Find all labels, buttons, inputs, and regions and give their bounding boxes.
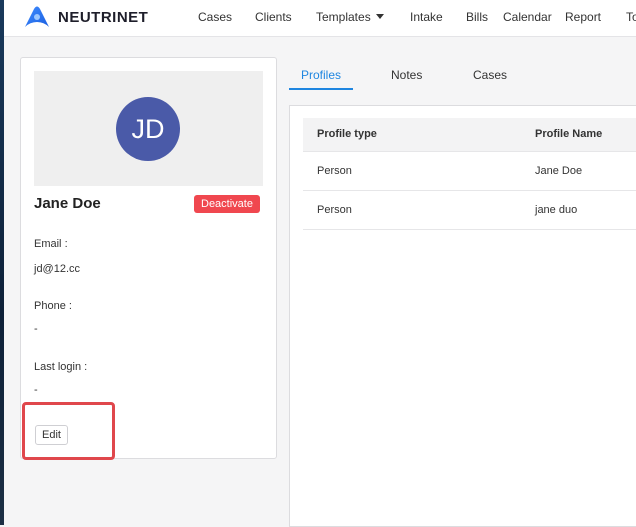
tab-cases[interactable]: Cases (473, 68, 507, 82)
top-navbar: NEUTRINET Cases Clients Templates Intake… (4, 0, 636, 37)
desktop-edge (0, 0, 4, 525)
table-header: Profile type Profile Name (303, 118, 636, 152)
nav-templates[interactable]: Templates (316, 10, 384, 24)
nav-intake[interactable]: Intake (410, 10, 443, 24)
phone-value: - (34, 323, 38, 335)
active-tab-indicator (289, 88, 353, 90)
nav-calendar[interactable]: Calendar (503, 10, 552, 24)
nav-cases[interactable]: Cases (198, 10, 232, 24)
column-header-profile-type[interactable]: Profile type (317, 128, 377, 140)
nav-to[interactable]: To (626, 10, 636, 24)
profiles-table: Profile type Profile Name Person Jane Do… (303, 118, 636, 230)
neutrinet-logo-icon[interactable] (22, 5, 52, 29)
nav-clients[interactable]: Clients (255, 10, 292, 24)
cell-profile-type: Person (317, 204, 352, 216)
avatar-container: JD (34, 71, 263, 186)
deactivate-button[interactable]: Deactivate (194, 195, 260, 213)
avatar: JD (116, 97, 180, 161)
tab-notes[interactable]: Notes (391, 68, 422, 82)
email-value: jd@12.cc (34, 263, 81, 275)
last-login-value: - (34, 384, 38, 396)
cell-profile-name: Jane Doe (535, 165, 583, 177)
nav-report[interactable]: Report (565, 10, 601, 24)
last-login-label: Last login : (34, 361, 88, 373)
table-row[interactable]: Person jane duo (303, 191, 636, 230)
edit-highlight-box (22, 402, 115, 460)
cell-profile-name: jane duo (535, 204, 578, 216)
caret-down-icon (375, 14, 384, 19)
profiles-panel: Profile type Profile Name Person Jane Do… (289, 105, 636, 527)
email-label: Email : (34, 238, 68, 250)
profile-name: Jane Doe (34, 195, 101, 212)
table-row[interactable]: Person Jane Doe (303, 152, 636, 191)
column-header-profile-name[interactable]: Profile Name (535, 128, 602, 140)
cell-profile-type: Person (317, 165, 352, 177)
phone-label: Phone : (34, 300, 72, 312)
profile-card: JD Jane Doe Deactivate Email : jd@12.cc … (20, 57, 277, 459)
tab-profiles[interactable]: Profiles (301, 68, 341, 82)
brand-name[interactable]: NEUTRINET (58, 9, 148, 26)
nav-templates-label: Templates (316, 10, 371, 24)
nav-bills[interactable]: Bills (466, 10, 488, 24)
